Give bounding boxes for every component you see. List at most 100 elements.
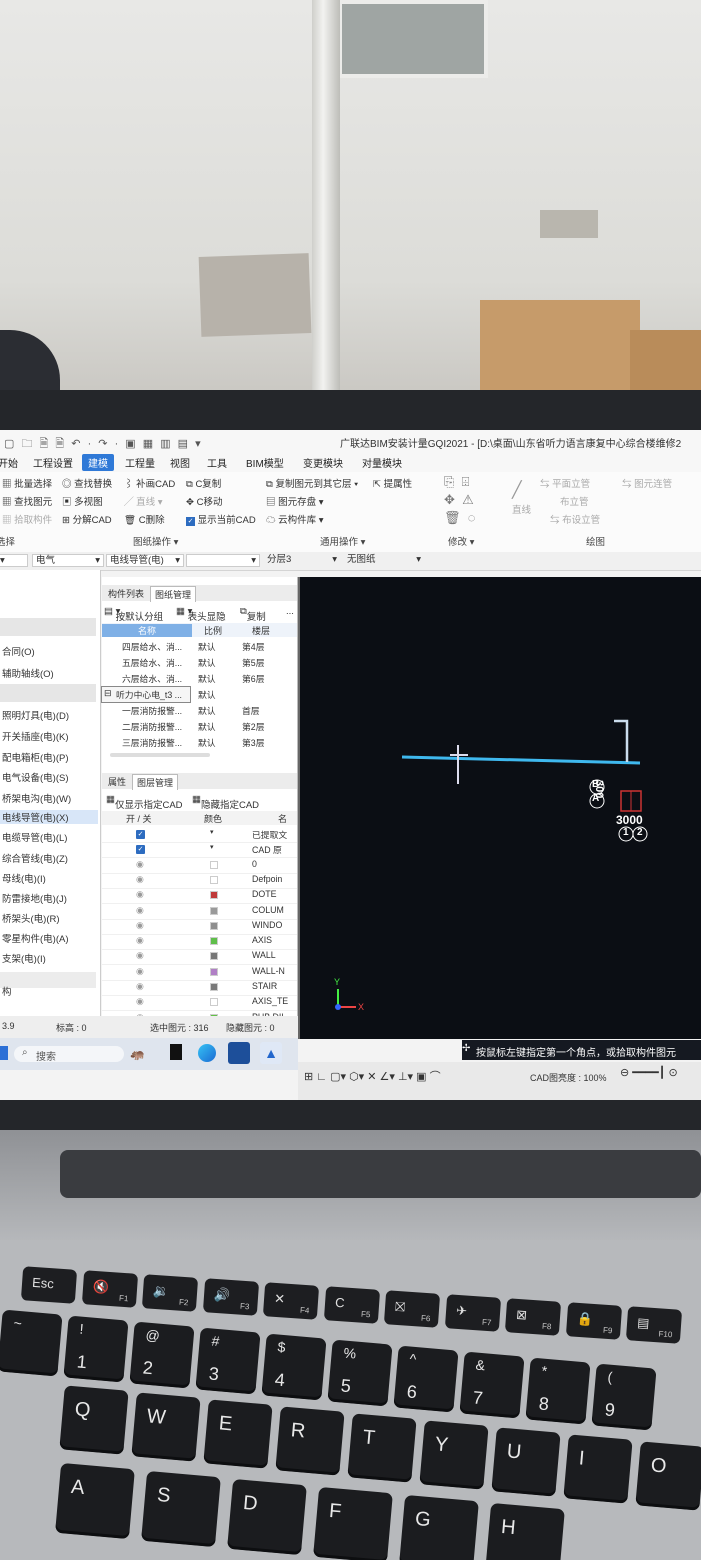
letter-key[interactable]: W <box>131 1392 201 1462</box>
drawing-row[interactable]: 一层消防报警... 默认 首层 <box>102 703 297 718</box>
function-key[interactable]: ▤ F10 <box>625 1306 683 1344</box>
function-key[interactable]: ⊠ F8 <box>504 1298 562 1336</box>
plane-pipe-button[interactable]: ⇆ 平面立管 <box>540 476 590 490</box>
pick-component-button[interactable]: ▦ 拾取构件 <box>2 512 52 526</box>
tab-drawing-management[interactable]: 图纸管理 <box>150 586 197 602</box>
tree-item[interactable]: 电气设备(电)(S) <box>0 770 69 784</box>
eye-icon[interactable]: ◉ <box>136 920 144 931</box>
number-key[interactable]: $4 <box>261 1333 327 1401</box>
draw-line-icon[interactable]: ╱ <box>512 480 522 500</box>
tree-item[interactable]: 辅助轴线(O) <box>0 666 54 680</box>
group-by-default-button[interactable]: ▤ 按默认分组 ▾ <box>104 606 163 623</box>
show-specified-cad-button[interactable]: ▦ 仅显示指定CAD <box>106 794 183 811</box>
copy-elements-to-floor-button[interactable]: ⧉ 复制图元到其它层 ▾ <box>266 476 358 490</box>
function-key[interactable]: C F5 <box>323 1286 380 1324</box>
number-key[interactable]: #3 <box>195 1327 261 1395</box>
number-key[interactable]: @2 <box>129 1321 195 1389</box>
letter-key[interactable]: F <box>313 1486 393 1560</box>
more-button[interactable]: ... <box>286 606 294 617</box>
column-scale[interactable]: 比例 <box>204 624 222 637</box>
drawing-row[interactable]: 二层消防报警... 默认 第2层 <box>102 719 297 734</box>
letter-key[interactable]: H <box>485 1502 565 1560</box>
layer-color-swatch[interactable] <box>210 891 218 900</box>
layer-row[interactable]: ✓ ▾ CAD 原 <box>102 842 297 859</box>
layout-riser-button[interactable]: ⇆ 布设立管 <box>550 512 600 526</box>
save-elements-button[interactable]: ▤ 图元存盘 ▾ <box>266 494 324 508</box>
layer-row[interactable]: ◉ STAIR <box>102 980 297 996</box>
discipline-select[interactable]: 电气 ▾ <box>32 554 104 567</box>
layer-color-swatch[interactable] <box>210 906 218 915</box>
letter-key[interactable]: T <box>347 1413 417 1483</box>
column-floor[interactable]: 楼层 <box>252 624 270 637</box>
letter-key[interactable]: I <box>563 1434 633 1504</box>
letter-key[interactable]: O <box>635 1441 701 1511</box>
group-cad-label[interactable]: 图纸操作 ▾ <box>133 534 178 548</box>
eye-icon[interactable]: ◉ <box>136 966 144 977</box>
layer-row[interactable]: ◉ WALL-N <box>102 965 297 981</box>
modify-icons[interactable]: ⎘ ⌹ <box>444 474 469 490</box>
eye-icon[interactable]: ◉ <box>136 859 144 870</box>
layer-color-swatch[interactable] <box>210 998 218 1007</box>
layer-color-swatch[interactable] <box>210 860 218 869</box>
drawing-select[interactable]: 无图纸 ▾ <box>344 554 424 567</box>
tree-item[interactable]: 零星构件(电)(A) <box>0 931 69 945</box>
layer-row[interactable]: ✓ ▾ 已提取文 <box>102 827 297 843</box>
tree-item[interactable]: 综合管线(电)(Z) <box>0 851 68 865</box>
drawing-group-row[interactable]: ⊟ 听力中心电_t3 ... <box>101 686 191 703</box>
task-view-icon[interactable] <box>170 1044 182 1060</box>
line-button[interactable]: ╱ 直线 ▾ <box>124 494 163 508</box>
letter-key[interactable]: Y <box>419 1420 489 1490</box>
layer-visible-checkbox[interactable]: ✓ <box>136 830 145 839</box>
hide-specified-cad-button[interactable]: ▦ 隐藏指定CAD <box>192 794 259 811</box>
column-name[interactable]: 名称 <box>102 624 192 637</box>
group-common-label[interactable]: 通用操作 ▾ <box>320 534 365 548</box>
layer-row[interactable]: ◉ Defpoin <box>102 873 297 889</box>
number-key[interactable]: ^ 6 <box>393 1345 459 1413</box>
tree-item[interactable]: 照明灯具(电)(D) <box>0 708 69 722</box>
tab-component-list[interactable]: 构件列表 <box>104 586 148 601</box>
tab-properties[interactable]: 属性 <box>104 774 130 789</box>
eye-icon[interactable]: ◉ <box>136 874 144 885</box>
floor-select[interactable]: 分层3 ▾ <box>264 554 340 567</box>
layer-color-swatch[interactable] <box>210 967 218 976</box>
eye-icon[interactable]: ◉ <box>136 950 144 961</box>
letter-key[interactable]: G <box>399 1494 479 1560</box>
brightness-slider[interactable]: ⊖ ━━━━┃ ⊙ <box>620 1066 678 1079</box>
column-on-off[interactable]: 开 / 关 <box>126 812 152 825</box>
selector-left[interactable]: ▾ <box>0 554 28 567</box>
show-current-cad-checkbox[interactable]: ✓ 显示当前CAD <box>186 512 256 526</box>
eye-icon[interactable]: ◉ <box>136 935 144 946</box>
letter-key[interactable]: E <box>203 1399 273 1469</box>
sub-type-select[interactable]: ▾ <box>186 554 260 567</box>
gtj-app-icon[interactable]: ▲ <box>260 1042 282 1064</box>
find-replace-button[interactable]: ◎ 查找替换 <box>62 476 112 490</box>
group-modify-label[interactable]: 修改 ▾ <box>448 534 474 548</box>
function-key[interactable]: ✈ F7 <box>444 1294 501 1332</box>
number-key[interactable]: (9 <box>591 1363 657 1431</box>
menu-tools[interactable]: 工具 <box>207 455 227 470</box>
collapse-icon[interactable]: ⊟ <box>104 688 111 699</box>
tree-item[interactable]: 合同(O) <box>0 644 35 658</box>
layer-row[interactable]: ◉ DOTE <box>102 888 297 905</box>
function-key[interactable]: Esc <box>20 1266 78 1304</box>
number-key[interactable]: & 7 <box>459 1351 525 1419</box>
tree-item[interactable]: 配电箱柜(电)(P) <box>0 750 69 764</box>
explode-cad-button[interactable]: ⊞ 分解CAD <box>62 512 112 526</box>
menu-start[interactable]: 开始 <box>0 455 18 470</box>
menu-modeling[interactable]: 建模 <box>82 454 114 471</box>
letter-key[interactable]: Q <box>59 1385 129 1455</box>
layer-color-swatch[interactable] <box>210 921 218 930</box>
function-key[interactable]: 🔉 F2 <box>141 1274 199 1312</box>
modify-icons-2[interactable]: ✥ ⚠ <box>444 492 474 508</box>
layer-color-dropdown[interactable]: ▾ <box>210 843 214 851</box>
modify-icons-3[interactable]: 🗑 ◌ <box>444 510 475 526</box>
cloud-library-button[interactable]: ☁ 云构件库 ▾ <box>266 512 324 526</box>
function-key[interactable]: 🔒 F9 <box>565 1302 622 1340</box>
edge-icon[interactable] <box>198 1044 216 1062</box>
tab-layer-management[interactable]: 图层管理 <box>132 774 179 790</box>
number-key[interactable]: * 8 <box>525 1357 591 1425</box>
layer-color-swatch[interactable] <box>210 983 218 991</box>
start-icon[interactable] <box>0 1046 8 1060</box>
place-riser-button[interactable]: 布立管 <box>560 494 589 508</box>
layer-color-dropdown[interactable]: ▾ <box>210 828 214 836</box>
